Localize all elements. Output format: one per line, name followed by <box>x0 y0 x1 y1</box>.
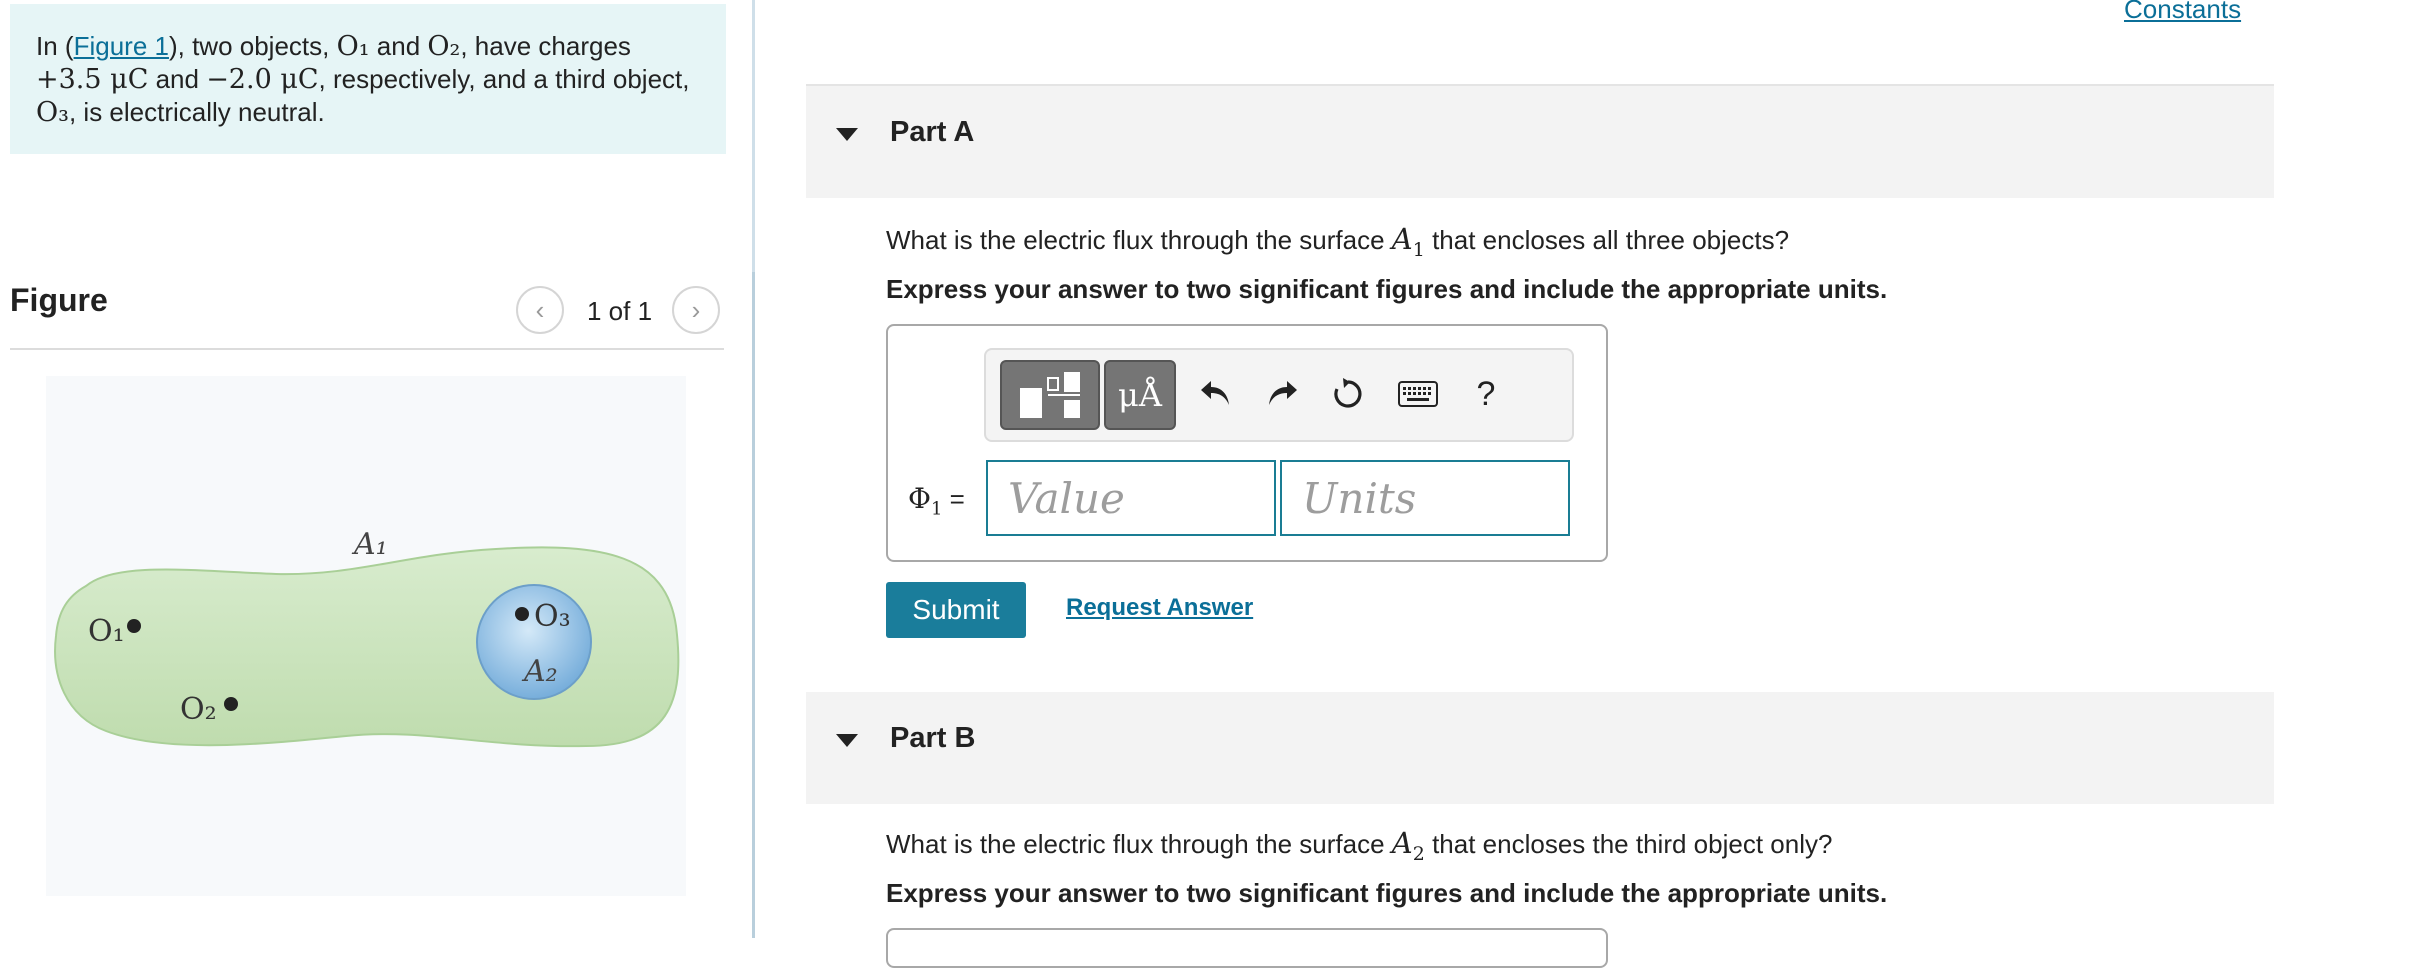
surface-subscript: 1 <box>1412 238 1425 261</box>
equals-sign: = <box>942 484 965 514</box>
figure-divider <box>10 348 724 350</box>
figure-counter: 1 of 1 <box>587 296 653 326</box>
part-a-header[interactable]: Part A <box>806 86 2274 198</box>
part-b-label: Part B <box>890 722 976 754</box>
units-input[interactable] <box>1280 460 1570 536</box>
answer-box <box>886 928 1608 968</box>
label-o2: O₂ <box>180 692 217 727</box>
help-button[interactable]: ? <box>1466 374 1506 414</box>
label-a1: A₁ <box>351 527 388 562</box>
intro-text: , have charges <box>460 31 631 61</box>
flux-subscript: 1 <box>930 498 943 520</box>
part-a-instruction: Express your answer to two significant f… <box>886 274 1888 304</box>
charge-2: −2.0 μC <box>206 64 319 95</box>
redo-button[interactable] <box>1262 374 1302 414</box>
question-text: that encloses the third object only? <box>1424 829 1833 859</box>
label-o1: O₁ <box>88 614 125 649</box>
keyboard-icon <box>1398 381 1438 407</box>
question-text: that encloses all three objects? <box>1424 225 1790 255</box>
math-toolbar: μÅ ? <box>984 348 1574 442</box>
intro-text: ), two objects, <box>168 31 337 61</box>
value-input[interactable] <box>986 460 1276 536</box>
intro-text: In ( <box>36 31 74 61</box>
charge-1: +3.5 μC <box>36 64 149 95</box>
figure-title: Figure <box>10 282 108 318</box>
surface-symbol: A2 <box>1391 826 1425 865</box>
templates-button[interactable] <box>1000 360 1100 430</box>
previous-figure-button[interactable]: ‹ <box>516 286 564 334</box>
point-o1 <box>127 619 141 633</box>
part-b-question: What is the electric flux through the su… <box>886 826 1832 865</box>
chevron-left-icon: ‹ <box>535 294 545 325</box>
keyboard-button[interactable] <box>1398 374 1438 414</box>
point-o3 <box>515 607 529 621</box>
collapse-caret-icon[interactable] <box>836 128 858 141</box>
point-o2 <box>224 697 238 711</box>
part-b-instruction: Express your answer to two significant f… <box>886 878 1888 908</box>
label-o3: O₃ <box>534 599 571 634</box>
object-o3-label: O₃ <box>36 97 69 128</box>
request-answer-link[interactable]: Request Answer <box>1066 594 1253 622</box>
problem-intro: In (Figure 1), two objects, O₁ and O₂, h… <box>10 4 726 154</box>
reset-icon <box>1334 378 1362 408</box>
reset-button[interactable] <box>1328 374 1368 414</box>
figure-link[interactable]: Figure 1 <box>74 31 169 61</box>
intro-text: , respectively, and a third object, <box>318 64 690 94</box>
part-a-label: Part A <box>890 116 975 148</box>
intro-text: and <box>148 64 207 94</box>
chevron-right-icon: › <box>691 294 701 325</box>
label-a2: A₂ <box>521 654 558 689</box>
intro-text: and <box>369 31 428 61</box>
part-b-header[interactable]: Part B <box>806 692 2274 804</box>
next-figure-button[interactable]: › <box>672 286 720 334</box>
units-symbol-button[interactable]: μÅ <box>1104 360 1176 430</box>
redo-icon <box>1269 381 1297 405</box>
templates-icon <box>1020 372 1080 418</box>
undo-icon <box>1201 381 1229 405</box>
question-text: What is the electric flux through the su… <box>886 829 1392 859</box>
object-o2-label: O₂ <box>427 31 461 62</box>
question-text: What is the electric flux through the su… <box>886 225 1392 255</box>
part-a-question: What is the electric flux through the su… <box>886 222 1789 261</box>
surface-subscript: 2 <box>1412 842 1425 865</box>
surface-letter: A <box>1391 826 1413 860</box>
constants-link[interactable]: Constants <box>2124 0 2241 25</box>
flux-symbol: Φ <box>908 482 931 515</box>
intro-text: , is electrically neutral. <box>68 97 325 127</box>
submit-button[interactable]: Submit <box>886 582 1026 638</box>
left-panel: In (Figure 1), two objects, O₁ and O₂, h… <box>0 0 752 938</box>
figure-image: A₁ A₂ O₁ O₂ O₃ <box>46 376 686 896</box>
panel-scrollbar[interactable] <box>752 272 755 938</box>
answer-symbol-label: Φ1 = <box>908 482 965 520</box>
collapse-caret-icon[interactable] <box>836 734 858 747</box>
surface-letter: A <box>1391 222 1413 256</box>
surface-symbol: A1 <box>1391 222 1425 261</box>
undo-button[interactable] <box>1196 374 1236 414</box>
object-o1-label: O₁ <box>336 31 370 62</box>
